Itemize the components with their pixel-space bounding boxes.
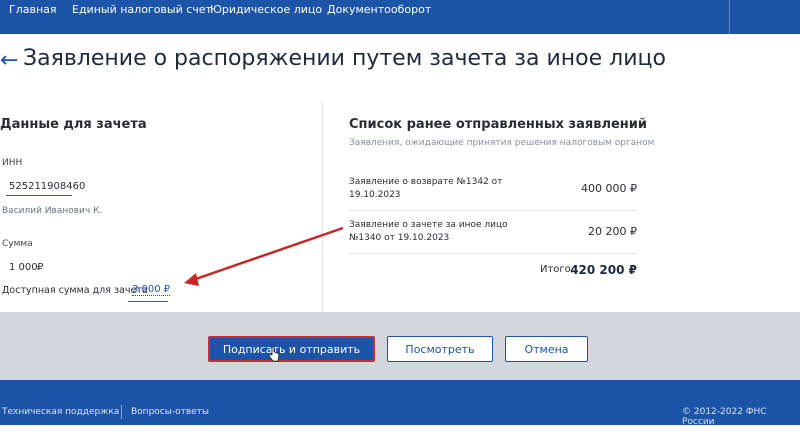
nav-item-home[interactable]: Главная	[9, 3, 57, 16]
column-divider	[322, 102, 323, 314]
taxpayer-name: Василий Иванович К.	[2, 206, 103, 216]
page-title: Заявление о распоряжении путем зачета за…	[23, 46, 666, 71]
footer-separator	[121, 405, 122, 419]
sum-label: Сумма	[2, 239, 33, 249]
hand-cursor-icon	[268, 346, 280, 362]
footer: Техническая поддержка Вопросы-ответы © 2…	[0, 380, 800, 427]
right-section-heading: Список ранее отправленных заявлений	[349, 117, 647, 132]
row-divider	[349, 210, 637, 211]
inn-value[interactable]: 525211908460	[9, 181, 85, 192]
nav-item-legal-entity[interactable]: Юридическое лицо	[210, 3, 322, 16]
available-sum-link[interactable]: 3 000 ₽	[132, 284, 171, 296]
view-button[interactable]: Посмотреть	[387, 336, 493, 362]
footer-faq-link[interactable]: Вопросы-ответы	[131, 407, 209, 417]
total-value: 420 200 ₽	[570, 263, 637, 277]
available-sum-label: Доступная сумма для зачета	[2, 285, 148, 296]
list-hint: Заявления, ожидающие принятия решения на…	[349, 138, 655, 148]
left-section-heading: Данные для зачета	[0, 117, 147, 132]
sum-currency: ₽	[37, 262, 44, 273]
top-navigation: Главная Единый налоговый счет Юридическо…	[0, 0, 800, 34]
inn-label: ИНН	[2, 158, 23, 168]
list-item-amount: 400 000 ₽	[581, 182, 637, 195]
back-arrow-icon[interactable]: ←	[0, 48, 18, 73]
footer-copyright: © 2012-2022 ФНС России	[682, 407, 767, 427]
cancel-button[interactable]: Отмена	[505, 336, 588, 362]
list-item-title: Заявление о зачете за иное лицо №1340 от…	[349, 220, 508, 243]
nav-item-tax-account[interactable]: Единый налоговый счет	[72, 3, 212, 16]
total-label: Итого	[540, 264, 571, 275]
sum-input[interactable]: 1 000 ₽	[6, 259, 76, 277]
available-sum-annotation-underline	[128, 301, 168, 302]
row-divider	[349, 253, 637, 254]
sign-and-send-button[interactable]: Подписать и отправить	[208, 336, 375, 362]
list-item-amount: 20 200 ₽	[588, 225, 637, 238]
sum-value: 1 000	[9, 262, 38, 273]
nav-divider	[729, 0, 730, 34]
footer-support-link[interactable]: Техническая поддержка	[2, 407, 119, 417]
nav-item-documents[interactable]: Документооборот	[327, 3, 431, 16]
inn-annotation-underline	[6, 195, 72, 196]
list-item-title: Заявление о возврате №1342 от 19.10.2023	[349, 177, 503, 200]
